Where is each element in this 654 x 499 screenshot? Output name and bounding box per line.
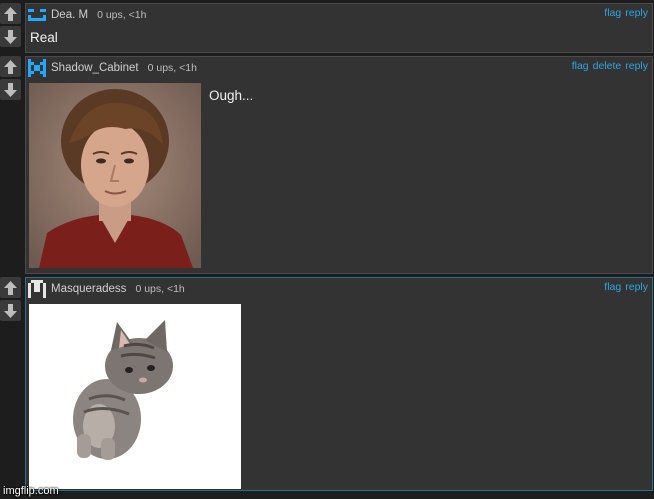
- downvote-button[interactable]: [0, 26, 21, 47]
- arrow-down-icon: [4, 29, 17, 44]
- comment-box: Shadow_Cabinet 0 ups, <1h flag delete repl…: [25, 56, 653, 274]
- downvote-button[interactable]: [0, 79, 21, 100]
- upvote-button[interactable]: [0, 3, 21, 24]
- arrow-up-icon: [4, 6, 17, 21]
- username-link[interactable]: Dea. M: [51, 9, 88, 21]
- flag-link[interactable]: flag: [572, 60, 589, 72]
- comment-box: Dea. M 0 ups, <1h flag reply Real: [25, 3, 653, 53]
- comment-text: Ough...: [209, 88, 254, 103]
- arrow-up-icon: [4, 280, 17, 295]
- reply-link[interactable]: reply: [625, 281, 648, 293]
- vote-controls: [0, 277, 22, 323]
- comment-3: Masqueradess 0 ups, <1h flag reply: [0, 277, 654, 491]
- arrow-down-icon: [4, 303, 17, 318]
- flag-link[interactable]: flag: [604, 281, 621, 293]
- user-avatar-icon[interactable]: [28, 280, 46, 298]
- vote-controls: [0, 56, 22, 102]
- reply-link[interactable]: reply: [625, 60, 648, 72]
- vote-controls: [0, 3, 22, 49]
- comment-header: Shadow_Cabinet 0 ups, <1h: [26, 57, 652, 79]
- upvote-button[interactable]: [0, 277, 21, 298]
- comment-meta: 0 ups, <1h: [135, 283, 185, 295]
- comment-actions: flag delete reply: [568, 60, 648, 72]
- arrow-down-icon: [4, 82, 17, 97]
- comment-text: Real: [30, 30, 58, 45]
- delete-link[interactable]: delete: [593, 60, 622, 72]
- comment-image[interactable]: [29, 83, 201, 268]
- comment-2: Shadow_Cabinet 0 ups, <1h flag delete repl…: [0, 56, 654, 274]
- downvote-button[interactable]: [0, 300, 21, 321]
- comment-header: Dea. M 0 ups, <1h: [26, 4, 652, 26]
- arrow-up-icon: [4, 59, 17, 74]
- comment-image[interactable]: [29, 304, 241, 489]
- flag-link[interactable]: flag: [604, 7, 621, 19]
- username-link[interactable]: Shadow_Cabinet: [51, 62, 139, 74]
- man-portrait-photo: [29, 83, 201, 268]
- imgflip-watermark: imgflip.com: [3, 485, 59, 497]
- comment-1: Dea. M 0 ups, <1h flag reply Real: [0, 3, 654, 53]
- comment-actions: flag reply: [600, 7, 648, 19]
- comment-meta: 0 ups, <1h: [97, 9, 147, 21]
- kitten-photo: [29, 304, 241, 489]
- user-avatar-icon[interactable]: [28, 59, 46, 77]
- comment-box: Masqueradess 0 ups, <1h flag reply: [25, 277, 653, 491]
- upvote-button[interactable]: [0, 56, 21, 77]
- comment-actions: flag reply: [600, 281, 648, 293]
- user-avatar-icon[interactable]: [28, 6, 46, 24]
- reply-link[interactable]: reply: [625, 7, 648, 19]
- comment-meta: 0 ups, <1h: [147, 62, 197, 74]
- comment-header: Masqueradess 0 ups, <1h: [26, 278, 652, 300]
- username-link[interactable]: Masqueradess: [51, 283, 126, 295]
